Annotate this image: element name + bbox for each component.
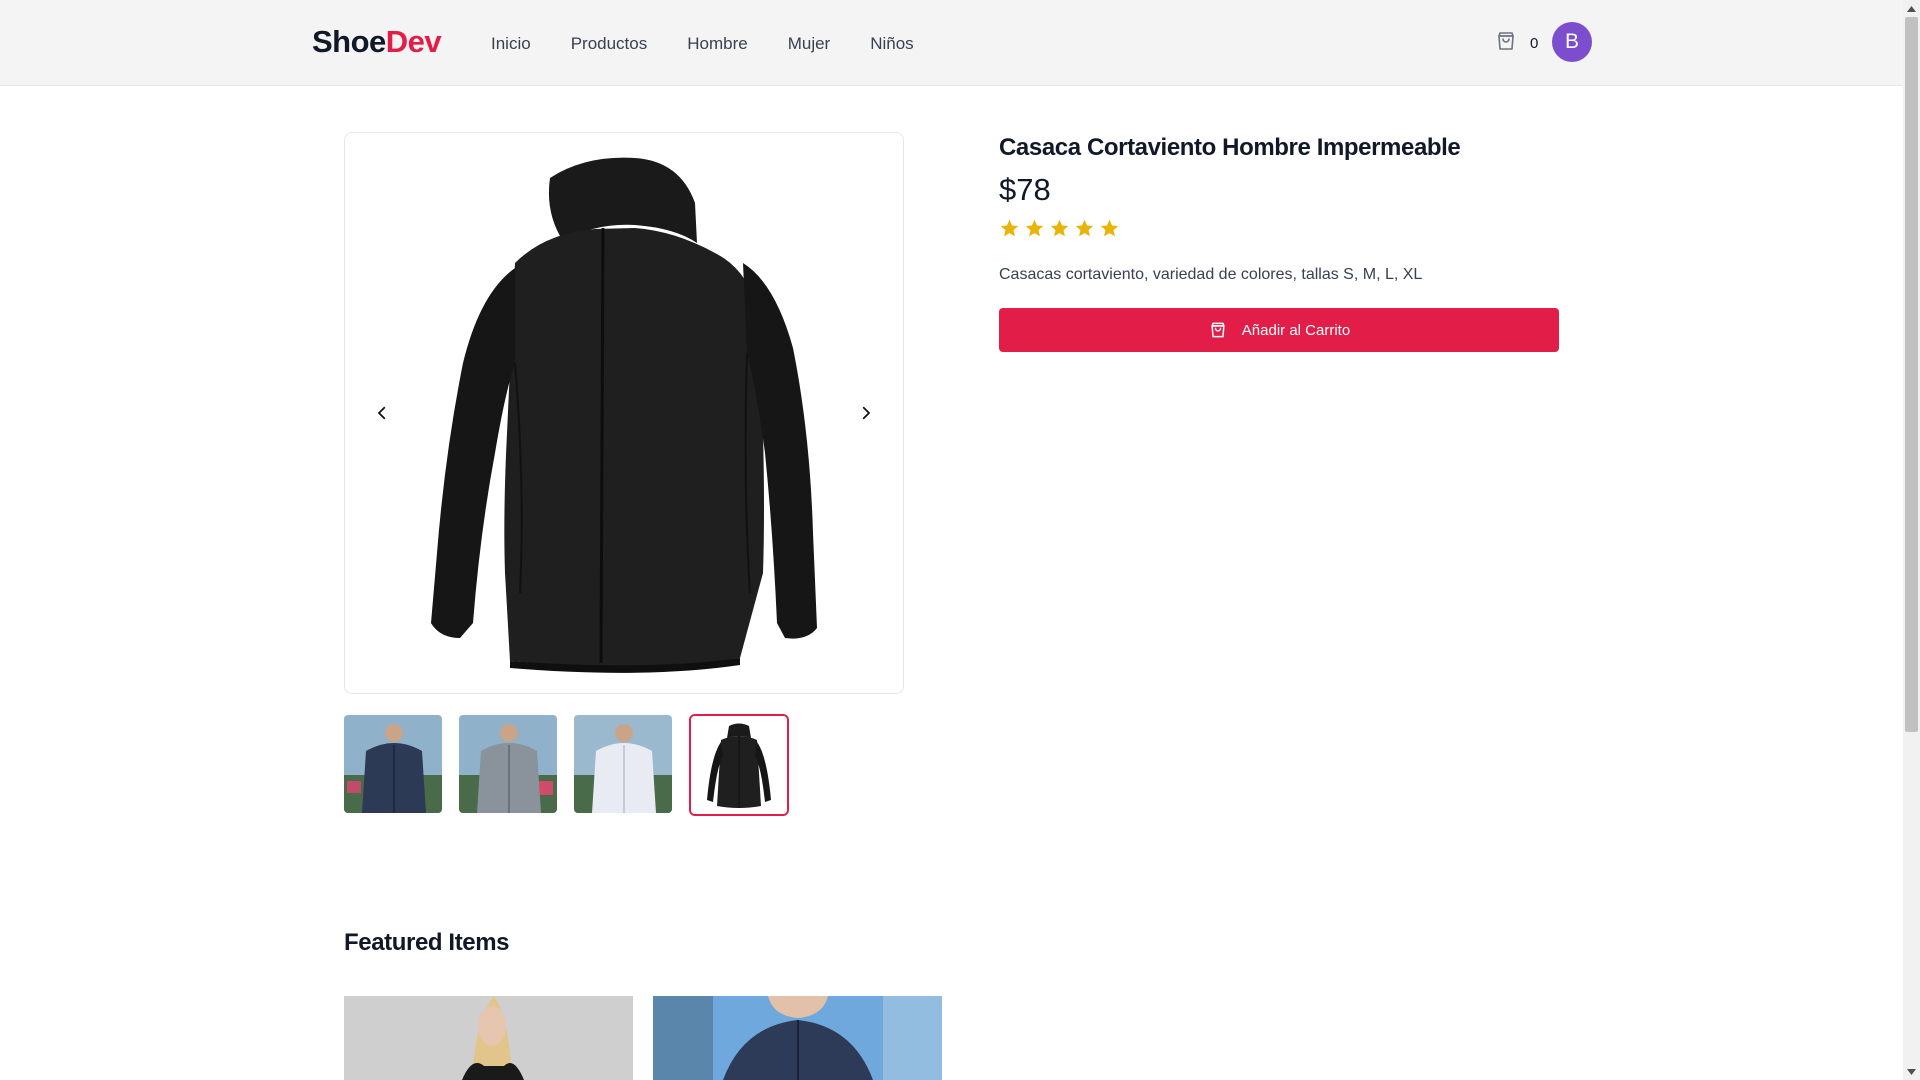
thumbnail-black-jacket[interactable] xyxy=(689,714,789,816)
logo-part-shoe: Shoe xyxy=(312,24,386,59)
previous-image-button[interactable] xyxy=(367,398,397,428)
star-icon xyxy=(1025,219,1044,237)
scroll-up-arrow-icon[interactable] xyxy=(1903,0,1920,17)
add-to-cart-label: Añadir al Carrito xyxy=(1241,321,1351,339)
nav-item-mujer[interactable]: Mujer xyxy=(788,34,831,54)
site-logo[interactable]: ShoeDev xyxy=(312,24,442,60)
product-price: $78 xyxy=(999,172,1051,207)
nav-item-inicio[interactable]: Inicio xyxy=(491,34,531,54)
star-icon xyxy=(1075,219,1094,237)
featured-items-heading: Featured Items xyxy=(344,929,510,956)
nav-item-productos[interactable]: Productos xyxy=(571,34,648,54)
nav-item-ninos[interactable]: Niños xyxy=(870,34,913,54)
site-header: ShoeDev Inicio Productos Hombre Mujer Ni… xyxy=(0,0,1903,86)
star-icon xyxy=(1100,219,1119,237)
logo-part-dev: Dev xyxy=(385,24,442,59)
star-icon xyxy=(1000,219,1019,237)
black-jacket-image xyxy=(431,157,817,673)
user-avatar[interactable]: B xyxy=(1552,22,1592,62)
featured-item-card[interactable] xyxy=(653,996,942,1080)
shopping-bag-icon xyxy=(1494,29,1518,58)
rating-stars xyxy=(999,218,1120,239)
chevron-left-icon xyxy=(378,406,386,420)
page-scrollbar[interactable] xyxy=(1903,0,1920,1080)
add-to-cart-button[interactable]: Añadir al Carrito xyxy=(999,308,1559,352)
thumbnail-grey-jacket[interactable] xyxy=(459,715,557,813)
next-image-button[interactable] xyxy=(851,398,881,428)
cart-button[interactable]: 0 xyxy=(1494,29,1538,58)
scrollbar-thumb[interactable] xyxy=(1905,17,1918,732)
chevron-right-icon xyxy=(862,406,870,420)
product-description: Casacas cortaviento, variedad de colores… xyxy=(999,266,1423,283)
cart-count: 0 xyxy=(1530,35,1539,52)
thumbnail-white-jacket[interactable] xyxy=(574,715,672,813)
product-title: Casaca Cortaviento Hombre Impermeable xyxy=(999,134,1461,161)
shopping-bag-icon xyxy=(1211,322,1225,338)
scroll-down-arrow-icon[interactable] xyxy=(1903,1063,1920,1080)
thumbnail-strip xyxy=(344,714,789,816)
thumbnail-navy-jacket[interactable] xyxy=(344,715,442,813)
main-nav: Inicio Productos Hombre Mujer Niños xyxy=(491,34,954,54)
product-main-image xyxy=(344,132,904,694)
featured-item-card[interactable] xyxy=(344,996,633,1080)
nav-item-hombre[interactable]: Hombre xyxy=(687,34,747,54)
star-icon xyxy=(1050,219,1069,237)
